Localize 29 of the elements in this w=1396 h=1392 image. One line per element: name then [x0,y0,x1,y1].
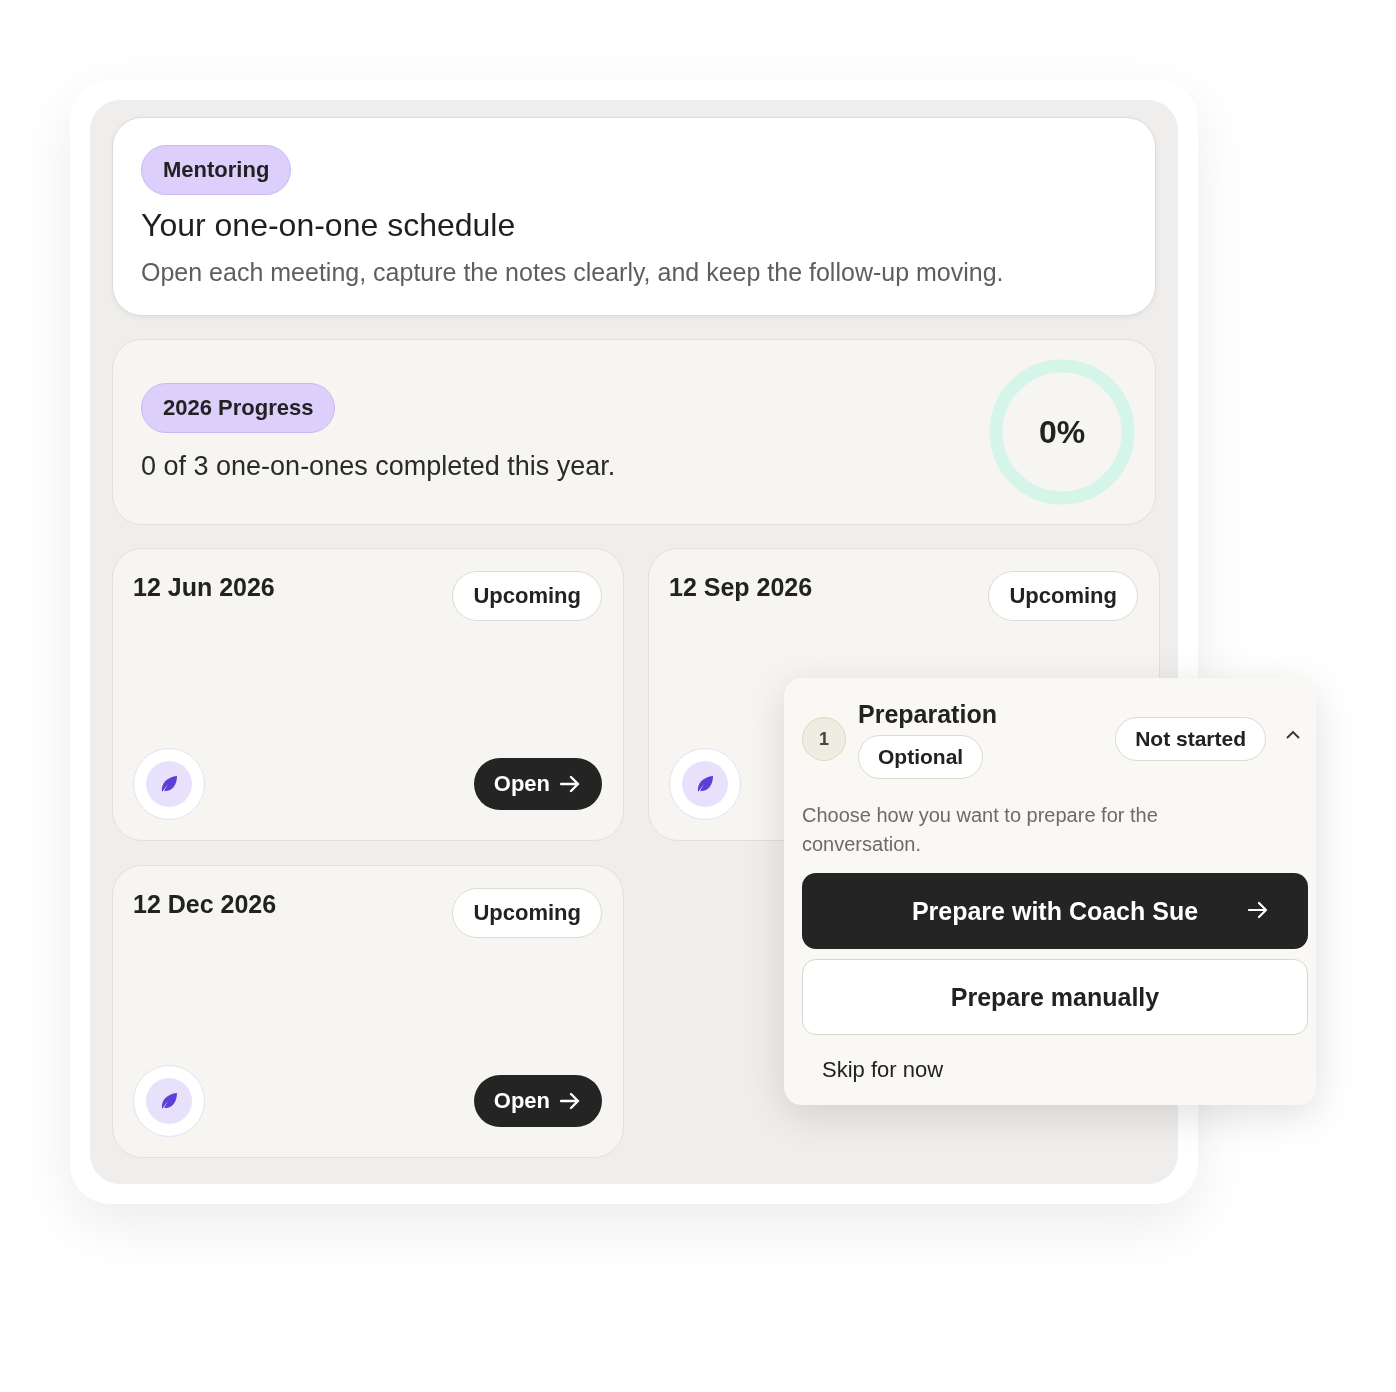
step-description: Choose how you want to prepare for the conversation. [802,803,1159,857]
status-tag: Not started [1115,717,1266,761]
page-description: Open each meeting, capture the notes clearly, and keep the follow-up moving. [141,258,1004,287]
meeting-date: 12 Dec 2026 [133,890,277,919]
leaf-icon [159,774,179,794]
progress-percentage: 0% [1038,413,1086,451]
open-button[interactable]: Open [473,1075,602,1127]
meeting-date: 12 Sep 2026 [669,573,813,602]
status-tag: Upcoming [452,888,602,938]
open-button[interactable]: Open [473,758,602,810]
arrow-right-icon [560,775,580,793]
leaf-icon [695,774,715,794]
status-tag: Upcoming [988,571,1138,621]
coach-button[interactable]: Prepare with Coach Sue [802,873,1308,949]
chevron-icon[interactable] [1286,730,1300,739]
status-tag: Upcoming [452,571,602,621]
page-title: Your one-on-one schedule [141,207,516,244]
year-tag: 2026 Progress [141,382,336,433]
optional-tag: Optional [858,735,984,779]
manual-button[interactable]: Prepare manually [802,959,1308,1035]
leaf-icon [159,1091,179,1111]
arrow-right-icon [560,1092,580,1110]
meeting-date: 12 Jun 2026 [133,573,275,602]
progress-summary: 0 of 3 one-on-ones completed this year. [141,450,616,482]
step-number: 1 [802,717,846,761]
arrow-right-icon [1248,901,1268,919]
step-title: Preparation [858,700,997,729]
skip-button[interactable]: Skip for now [822,1057,944,1083]
category-tag: Mentoring [141,145,292,195]
